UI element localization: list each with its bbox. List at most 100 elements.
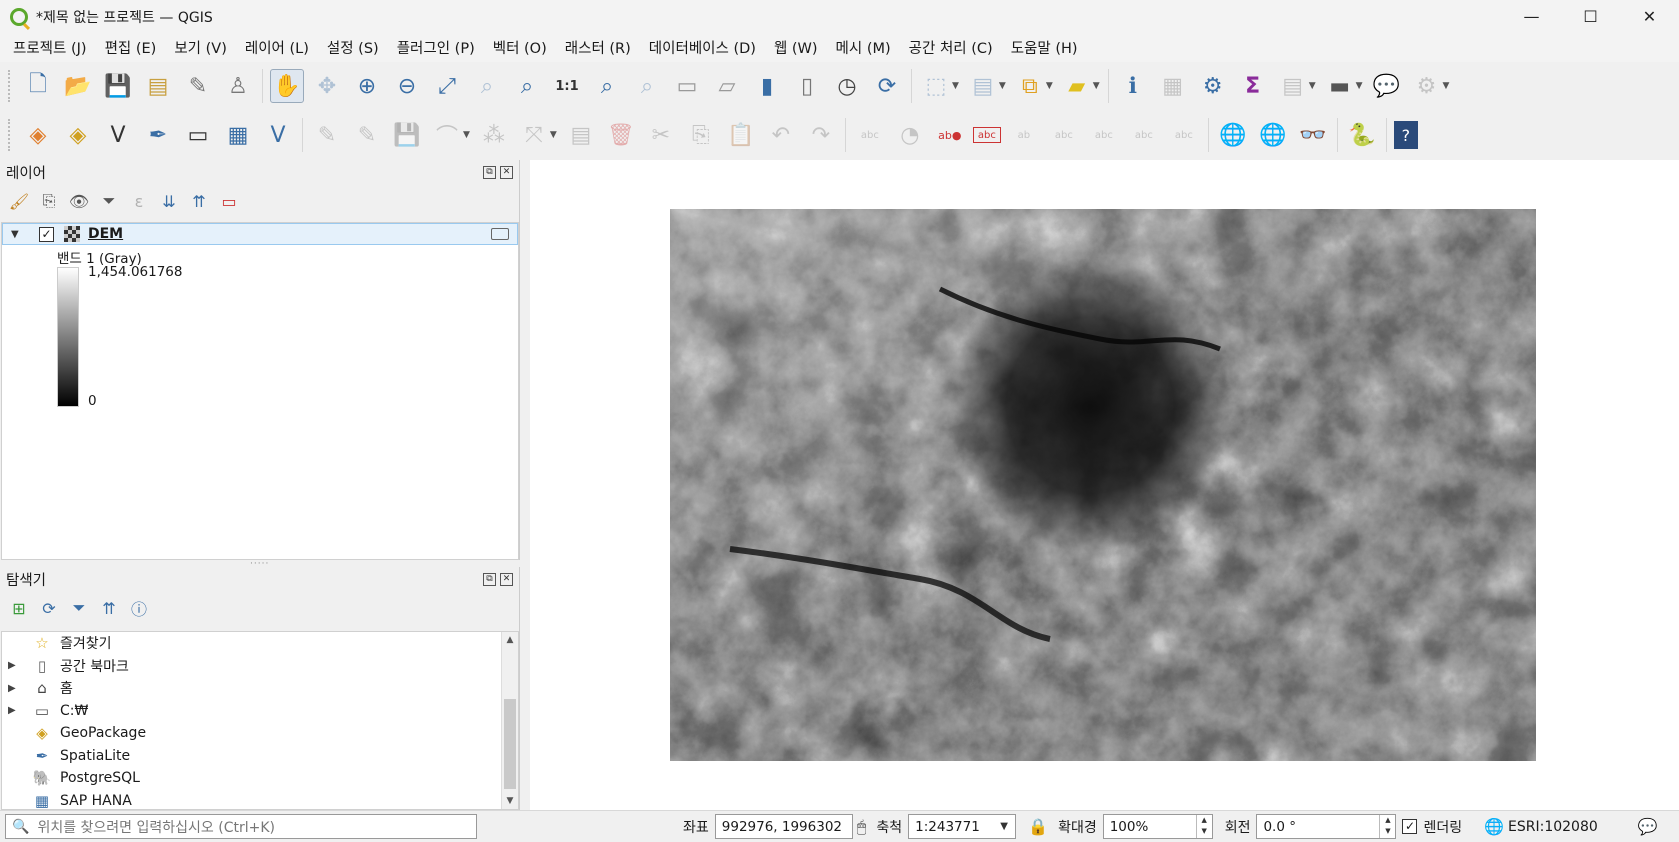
add-selected-layers-icon[interactable]: ⊞ [8, 597, 30, 619]
data-source-manager-icon[interactable]: ◈ [21, 118, 55, 152]
new-spatialite-layer-icon[interactable]: ✒ [141, 118, 175, 152]
toggle-extents-mouse-icon[interactable]: 🖱 [857, 817, 867, 837]
open-project-icon[interactable]: 📂 [61, 69, 95, 103]
toolbar-grip[interactable] [8, 119, 12, 151]
modify-dropdown-icon[interactable]: ▼ [550, 130, 557, 140]
pin-unpin-labels-icon[interactable]: ab● [933, 118, 967, 152]
zoom-next-icon[interactable]: ⌕ [630, 69, 664, 103]
actions-icon[interactable]: ⚙ [1410, 69, 1444, 103]
layer-diagram-icon[interactable]: ◔ [893, 118, 927, 152]
zoom-native-resolution-icon[interactable]: 1:1 [550, 69, 584, 103]
pan-to-selection-icon[interactable]: ✥ [310, 69, 344, 103]
menu-project[interactable]: 프로젝트 (J) [4, 37, 96, 58]
maximize-button[interactable]: ☐ [1561, 0, 1620, 33]
refresh-icon[interactable]: ⟳ [38, 597, 60, 619]
new-temporary-layer-icon[interactable]: V [261, 118, 295, 152]
menu-settings[interactable]: 설정 (S) [318, 37, 388, 58]
magnifier-spinbox[interactable]: 100% ▲ ▼ [1102, 814, 1213, 839]
new-print-layout-icon[interactable]: ▤ [141, 69, 175, 103]
locator-search-input[interactable]: 🔍 위치를 찾으려면 입력하십시오 (Ctrl+K) [5, 814, 477, 839]
layer-row-dem[interactable]: ▼ ✓ DEM [2, 223, 518, 245]
crs-value[interactable]: ESRI:102080 [1508, 819, 1598, 835]
zoom-to-layer-icon[interactable]: ⌕ [510, 69, 544, 103]
metasearch-icon[interactable]: 👓 [1296, 118, 1330, 152]
menu-edit[interactable]: 편집 (E) [96, 37, 166, 58]
move-label-icon[interactable]: ab [1007, 118, 1041, 152]
deselect-features-icon[interactable]: ▤ [966, 69, 1000, 103]
python-console-icon[interactable]: 🐍 [1345, 118, 1379, 152]
select-by-location-icon[interactable]: ▰ [1060, 69, 1094, 103]
menu-raster[interactable]: 래스터 (R) [556, 37, 640, 58]
messages-icon[interactable]: 💬 [1638, 817, 1658, 836]
collapse-arrow-icon[interactable]: ▼ [11, 229, 23, 240]
toggle-editing-icon[interactable]: ✎ [350, 118, 384, 152]
crs-globe-icon[interactable]: 🌐 [1484, 817, 1504, 836]
filter-legend-icon[interactable]: ⏷ [98, 190, 120, 212]
menu-web[interactable]: 웹 (W) [765, 37, 827, 58]
layout-manager-icon[interactable]: ✎ [181, 69, 215, 103]
new-project-icon[interactable]: 🗋 [21, 69, 55, 103]
menu-help[interactable]: 도움말 (H) [1002, 37, 1087, 58]
filter-browser-icon[interactable]: ⏷ [68, 597, 90, 619]
style-manager-icon[interactable]: ♙ [221, 69, 255, 103]
show-hide-labels-icon[interactable]: abc [1047, 118, 1081, 152]
browser-scrollbar[interactable]: ▲ ▼ [501, 632, 518, 809]
scrollbar-thumb[interactable] [504, 699, 516, 789]
refresh-icon[interactable]: ⟳ [870, 69, 904, 103]
expand-all-icon[interactable]: ⇊ [158, 190, 180, 212]
close-panel-icon[interactable]: ✕ [500, 165, 513, 179]
new-geopackage-layer-icon[interactable]: ◈ [61, 118, 95, 152]
menu-vector[interactable]: 벡터 (O) [484, 37, 556, 58]
select-features-dropdown-icon[interactable]: ▼ [952, 81, 959, 91]
measure-line-icon[interactable]: ▬ [1323, 69, 1357, 103]
zoom-full-icon[interactable]: ⤢ [430, 69, 464, 103]
rotation-spinbox[interactable]: 0.0 ° ▲ ▼ [1256, 814, 1397, 839]
field-calc-dropdown-icon[interactable]: ▼ [1309, 81, 1316, 91]
temporal-controller-icon[interactable]: ◷ [830, 69, 864, 103]
browser-item-spatial-bookmarks[interactable]: ▶ ▯ 공간 북마크 [2, 655, 518, 678]
add-wms-layer-icon[interactable]: 🌐 [1216, 118, 1250, 152]
menu-mesh[interactable]: 메시 (M) [827, 37, 900, 58]
redo-icon[interactable]: ↷ [804, 118, 838, 152]
cut-features-icon[interactable]: ✂ [644, 118, 678, 152]
deselect-all-dropdown-icon[interactable]: ▼ [1046, 81, 1053, 91]
scroll-up-icon[interactable]: ▲ [502, 632, 518, 648]
save-project-icon[interactable]: 💾 [101, 69, 135, 103]
browser-item-postgresql[interactable]: 🐘 PostgreSQL [2, 767, 518, 790]
manage-map-themes-icon[interactable]: 👁 [68, 190, 90, 212]
remove-layer-icon[interactable]: ▭ [218, 190, 240, 212]
undock-panel-icon[interactable]: ⧉ [483, 572, 496, 586]
deselect-dropdown-icon[interactable]: ▼ [999, 81, 1006, 91]
close-button[interactable]: ✕ [1620, 0, 1679, 33]
change-label-icon[interactable]: abc [1127, 118, 1161, 152]
delete-selected-icon[interactable]: 🗑 [604, 118, 638, 152]
current-edits-icon[interactable]: ✎ [310, 118, 344, 152]
spin-arrows-icon[interactable]: ▲ ▼ [1195, 815, 1212, 838]
new-3d-map-view-icon[interactable]: ▱ [710, 69, 744, 103]
zoom-to-selection-icon[interactable]: ⌕ [470, 69, 504, 103]
coordinate-field[interactable]: 992976, 1996302 [714, 814, 853, 839]
modify-feature-icon[interactable]: ▤ [564, 118, 598, 152]
rotate-label-icon[interactable]: abc [1087, 118, 1121, 152]
layer-name[interactable]: DEM [88, 226, 123, 242]
expand-arrow-icon[interactable]: ▶ [8, 705, 22, 716]
menu-plugins[interactable]: 플러그인 (P) [388, 37, 484, 58]
layer-labeling-icon[interactable]: abc [853, 118, 887, 152]
toolbar-grip[interactable] [8, 70, 12, 102]
browser-item-home[interactable]: ▶ ⌂ 홈 [2, 677, 518, 700]
identify-features-icon[interactable]: ℹ [1116, 69, 1150, 103]
label-properties-icon[interactable]: abc [1167, 118, 1201, 152]
chevron-down-icon[interactable]: ▼ [993, 815, 1015, 838]
layer-visibility-checkbox[interactable]: ✓ [39, 226, 54, 242]
open-field-calculator-icon[interactable]: ▤ [1276, 69, 1310, 103]
new-spatial-bookmark-icon[interactable]: ▮ [750, 69, 784, 103]
zoom-in-icon[interactable]: ⊕ [350, 69, 384, 103]
collapse-all-icon[interactable]: ⇈ [188, 190, 210, 212]
select-location-dropdown-icon[interactable]: ▼ [1093, 81, 1100, 91]
paste-features-icon[interactable]: 📋 [724, 118, 758, 152]
lock-scale-icon[interactable]: 🔒 [1028, 817, 1048, 836]
map-tips-icon[interactable]: 💬 [1370, 69, 1404, 103]
copy-features-icon[interactable]: ⎘ [684, 118, 718, 152]
actions-dropdown-icon[interactable]: ▼ [1443, 81, 1450, 91]
add-group-icon[interactable]: ⎘ [38, 190, 60, 212]
